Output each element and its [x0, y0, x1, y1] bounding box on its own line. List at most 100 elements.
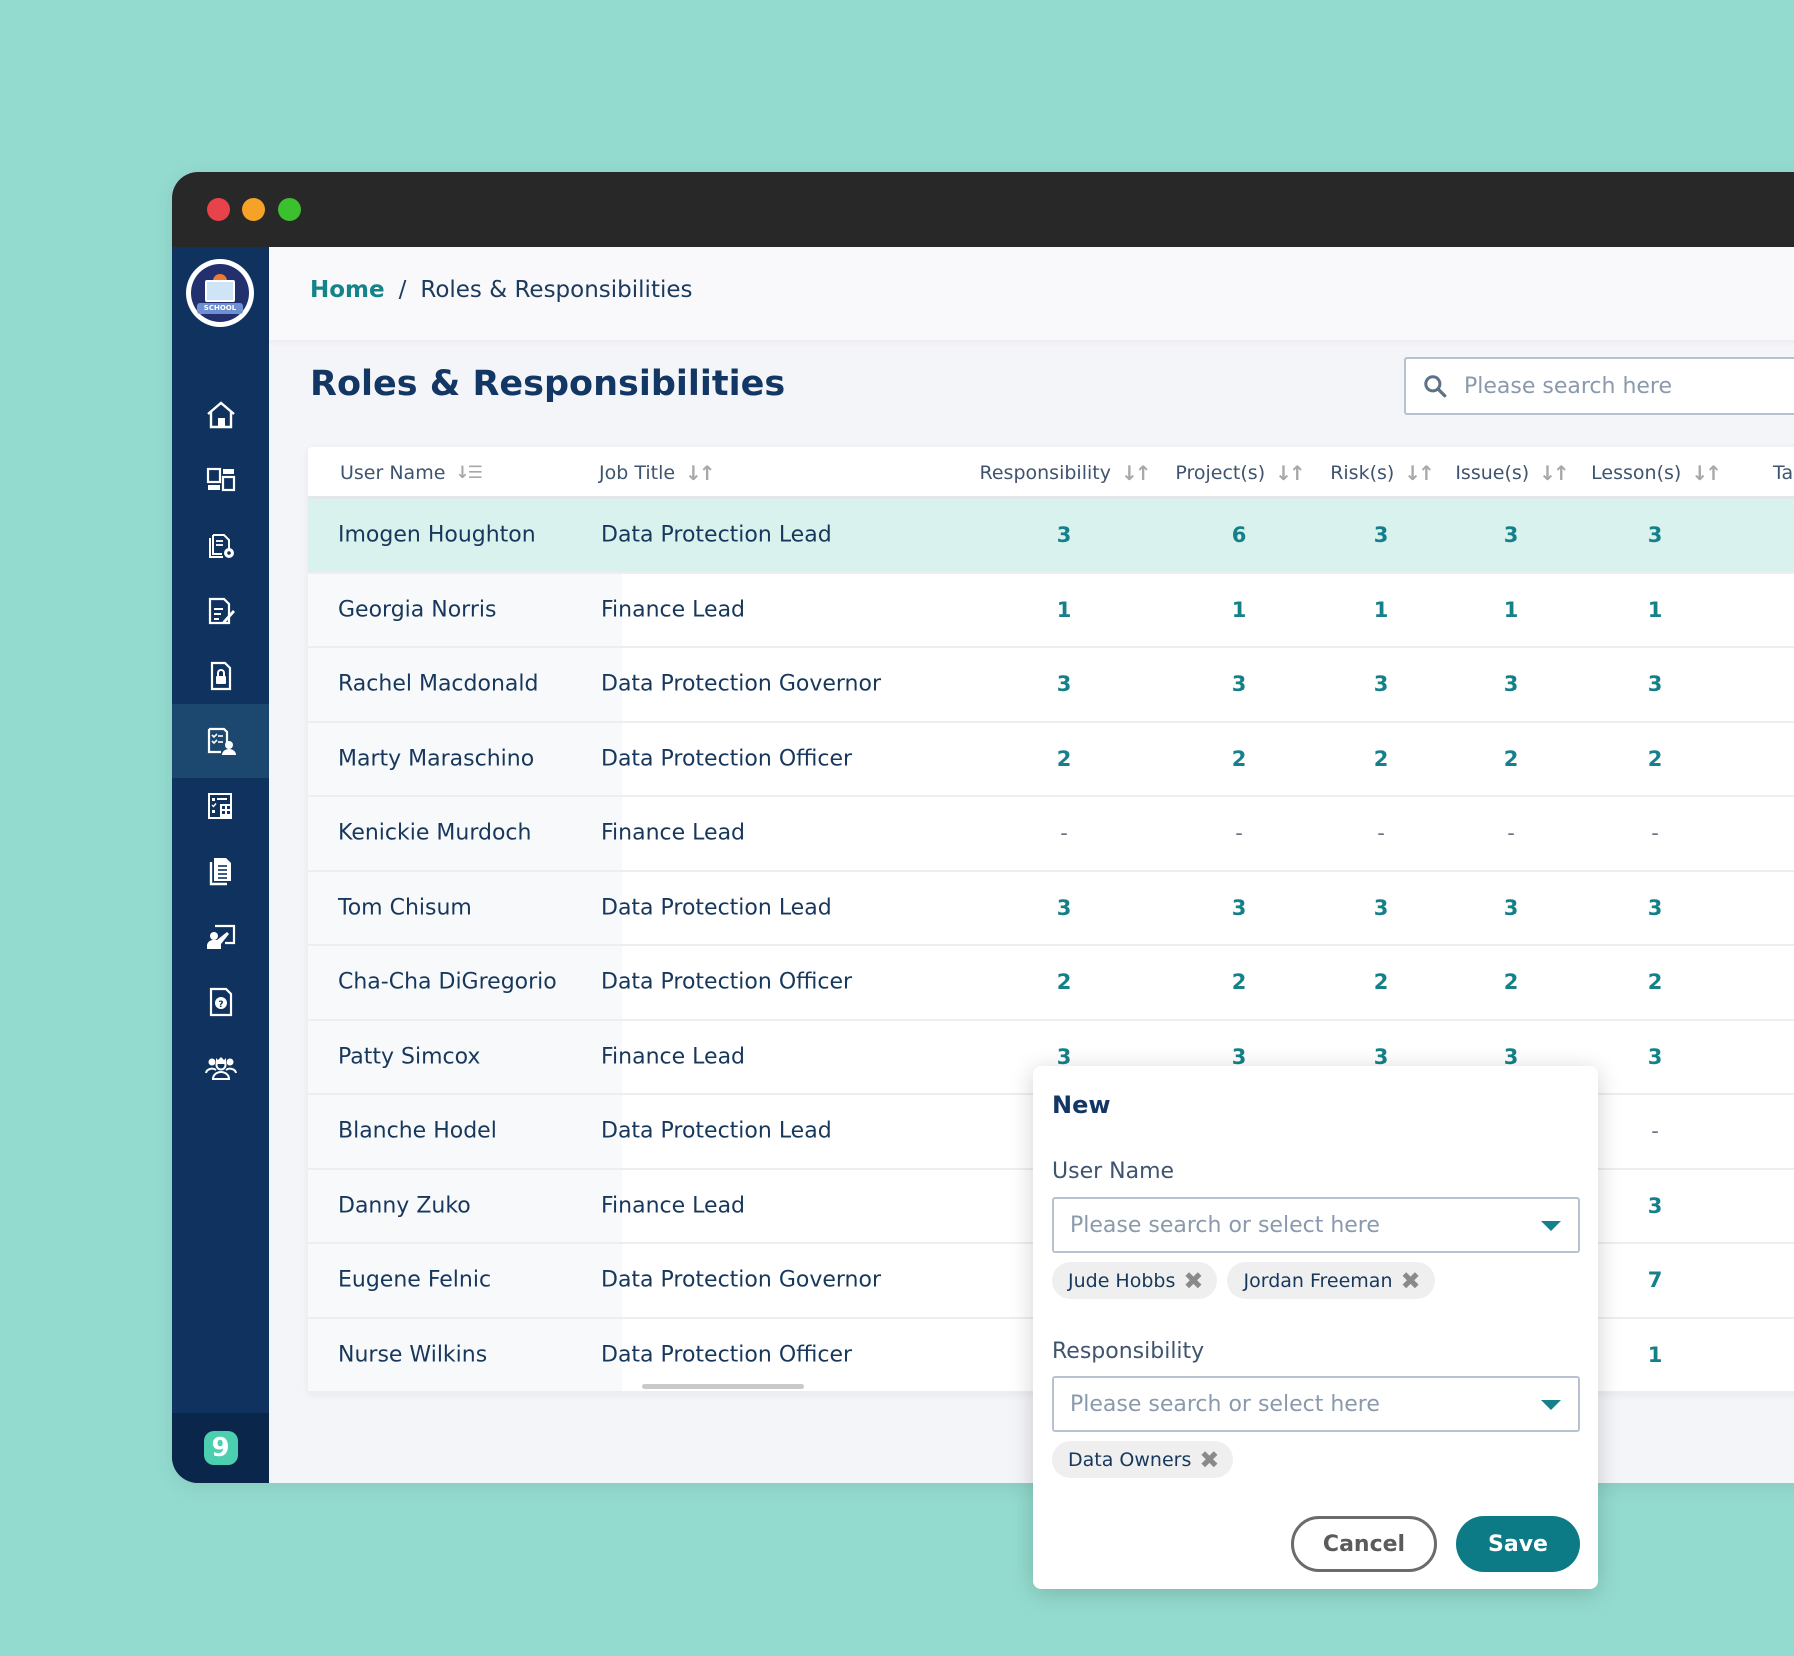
lessons-count[interactable]: 3	[1648, 1045, 1663, 1069]
projects-count[interactable]: 1	[1232, 598, 1247, 622]
chevron-down-icon[interactable]	[1541, 1400, 1561, 1410]
column-header-issues[interactable]: Issue(s) ↓↑	[1455, 447, 1569, 499]
projects-count[interactable]: 6	[1232, 523, 1247, 547]
user-name-cell[interactable]: Danny Zuko	[338, 1193, 471, 1218]
lessons-count[interactable]: 2	[1648, 747, 1663, 771]
breadcrumb-home-link[interactable]: Home	[310, 277, 385, 303]
issues-count[interactable]: 3	[1504, 523, 1519, 547]
column-header-lessons[interactable]: Lesson(s) ↓↑	[1591, 447, 1722, 499]
save-button[interactable]: Save	[1456, 1516, 1580, 1572]
issues-count[interactable]: 2	[1504, 747, 1519, 771]
user-name-cell[interactable]: Cha-Cha DiGregorio	[338, 970, 557, 995]
remove-chip-icon[interactable]: ✖	[1401, 1269, 1421, 1293]
responsibility-count[interactable]: 2	[1057, 970, 1072, 994]
responsibility-select[interactable]: Please search or select here	[1052, 1376, 1580, 1432]
projects-count[interactable]: 3	[1232, 896, 1247, 920]
sort-icon[interactable]: ↓↑	[1691, 461, 1721, 485]
sidebar-item-home[interactable]	[172, 378, 269, 452]
chevron-down-icon[interactable]	[1541, 1221, 1561, 1231]
responsibility-count[interactable]: 3	[1057, 896, 1072, 920]
sidebar-item-document-settings[interactable]	[172, 508, 269, 582]
user-name-cell[interactable]: Tom Chisum	[338, 895, 472, 920]
window-minimize-button[interactable]	[242, 198, 265, 221]
user-name-cell[interactable]: Patty Simcox	[338, 1044, 480, 1069]
user-name-cell[interactable]: Rachel Macdonald	[338, 672, 538, 697]
sort-icon[interactable]: ↓↑	[1539, 461, 1569, 485]
column-header-responsibility[interactable]: Responsibility ↓↑	[980, 447, 1152, 499]
projects-count[interactable]: 2	[1232, 747, 1247, 771]
table-row[interactable]: Marty Maraschino Data Protection Officer 2…	[308, 722, 1794, 797]
sidebar-item-document-edit[interactable]	[172, 574, 269, 648]
user-name-cell[interactable]: Marty Maraschino	[338, 746, 534, 771]
risks-count[interactable]: 3	[1374, 672, 1389, 696]
user-name-cell[interactable]: Nurse Wilkins	[338, 1342, 487, 1367]
user-name-select[interactable]: Please search or select here	[1052, 1197, 1580, 1253]
projects-count[interactable]: 2	[1232, 970, 1247, 994]
responsibility-count[interactable]: 3	[1057, 523, 1072, 547]
sidebar-item-documents[interactable]	[172, 834, 269, 908]
user-name-cell[interactable]: Imogen Houghton	[338, 523, 536, 548]
table-row[interactable]: Rachel Macdonald Data Protection Governor…	[308, 648, 1794, 723]
lessons-count[interactable]: 3	[1648, 523, 1663, 547]
sidebar-item-help[interactable]: ?	[172, 965, 269, 1039]
lessons-count[interactable]: 3	[1648, 1194, 1663, 1218]
sidebar-item-organisation[interactable]	[172, 769, 269, 843]
sort-ascending-icon[interactable]: ↓☰	[455, 463, 483, 483]
column-header-user[interactable]: User Name ↓☰	[340, 447, 483, 499]
lessons-count[interactable]: 2	[1648, 970, 1663, 994]
sidebar-item-dashboard[interactable]	[172, 443, 269, 517]
sort-icon[interactable]: ↓↑	[1404, 461, 1434, 485]
issues-count[interactable]: 1	[1504, 598, 1519, 622]
user-name-cell[interactable]: Kenickie Murdoch	[338, 821, 531, 846]
table-row[interactable]: Georgia NorrisFinance Lead111111	[308, 573, 1794, 648]
cancel-button[interactable]: Cancel	[1291, 1516, 1437, 1572]
remove-chip-icon[interactable]: ✖	[1199, 1448, 1219, 1472]
responsibility-count[interactable]: 2	[1057, 747, 1072, 771]
risks-count[interactable]: 2	[1374, 747, 1389, 771]
search-box[interactable]	[1404, 357, 1794, 415]
documents-icon	[209, 858, 231, 886]
school-logo[interactable]: SCHOOL	[186, 259, 254, 327]
lessons-count[interactable]: 3	[1648, 672, 1663, 696]
remove-chip-icon[interactable]: ✖	[1183, 1269, 1203, 1293]
sidebar-item-roles-responsibilities[interactable]	[172, 704, 269, 778]
horizontal-scrollbar[interactable]	[642, 1384, 804, 1389]
projects-count[interactable]: 3	[1232, 672, 1247, 696]
window-close-button[interactable]	[207, 198, 230, 221]
sidebar-item-training[interactable]	[172, 900, 269, 974]
lessons-count[interactable]: 3	[1648, 896, 1663, 920]
table-row[interactable]: Cha-Cha DiGregorio Data Protection Office…	[308, 946, 1794, 1021]
user-name-cell[interactable]: Blanche Hodel	[338, 1119, 497, 1144]
issues-count[interactable]: 3	[1504, 896, 1519, 920]
selected-chip: Data Owners ✖	[1052, 1441, 1234, 1478]
sort-icon[interactable]: ↓↑	[1121, 461, 1151, 485]
risks-count[interactable]: 3	[1374, 896, 1389, 920]
search-input[interactable]	[1464, 373, 1794, 399]
issues-count[interactable]: 3	[1504, 672, 1519, 696]
column-header-tasks[interactable]: Tas	[1773, 447, 1794, 499]
brand-badge-icon[interactable]: 9	[203, 1431, 238, 1465]
table-row[interactable]: Kenickie Murdoch Finance Lead - - - - -	[308, 797, 1794, 872]
lessons-count[interactable]: 1	[1648, 1343, 1663, 1367]
column-header-projects[interactable]: Project(s) ↓↑	[1175, 447, 1305, 499]
sort-icon[interactable]: ↓↑	[685, 461, 715, 485]
user-name-cell[interactable]: Eugene Felnic	[338, 1268, 491, 1293]
responsibility-count[interactable]: 1	[1057, 598, 1072, 622]
sidebar-item-team[interactable]	[172, 1030, 269, 1104]
lessons-count[interactable]: 7	[1648, 1268, 1663, 1292]
risks-count[interactable]: 3	[1374, 523, 1389, 547]
risks-count[interactable]: 1	[1374, 598, 1389, 622]
column-header-job[interactable]: Job Title ↓↑	[599, 447, 716, 499]
sort-icon[interactable]: ↓↑	[1275, 461, 1305, 485]
column-header-risks[interactable]: Risk(s) ↓↑	[1330, 447, 1435, 499]
sidebar-item-secure-documents[interactable]	[172, 639, 269, 713]
table-row[interactable]: Imogen Houghton Data Protection Lead 3 6 3 3 3…	[308, 499, 1794, 574]
user-name-cell[interactable]: Georgia Norris	[338, 597, 496, 622]
column-header-label: Risk(s)	[1330, 462, 1395, 484]
lessons-count[interactable]: 1	[1648, 598, 1663, 622]
responsibility-count[interactable]: 3	[1057, 672, 1072, 696]
window-maximize-button[interactable]	[278, 198, 301, 221]
risks-count[interactable]: 2	[1374, 970, 1389, 994]
issues-count[interactable]: 2	[1504, 970, 1519, 994]
table-row[interactable]: Tom ChisumData Protection Lead333333	[308, 871, 1794, 946]
